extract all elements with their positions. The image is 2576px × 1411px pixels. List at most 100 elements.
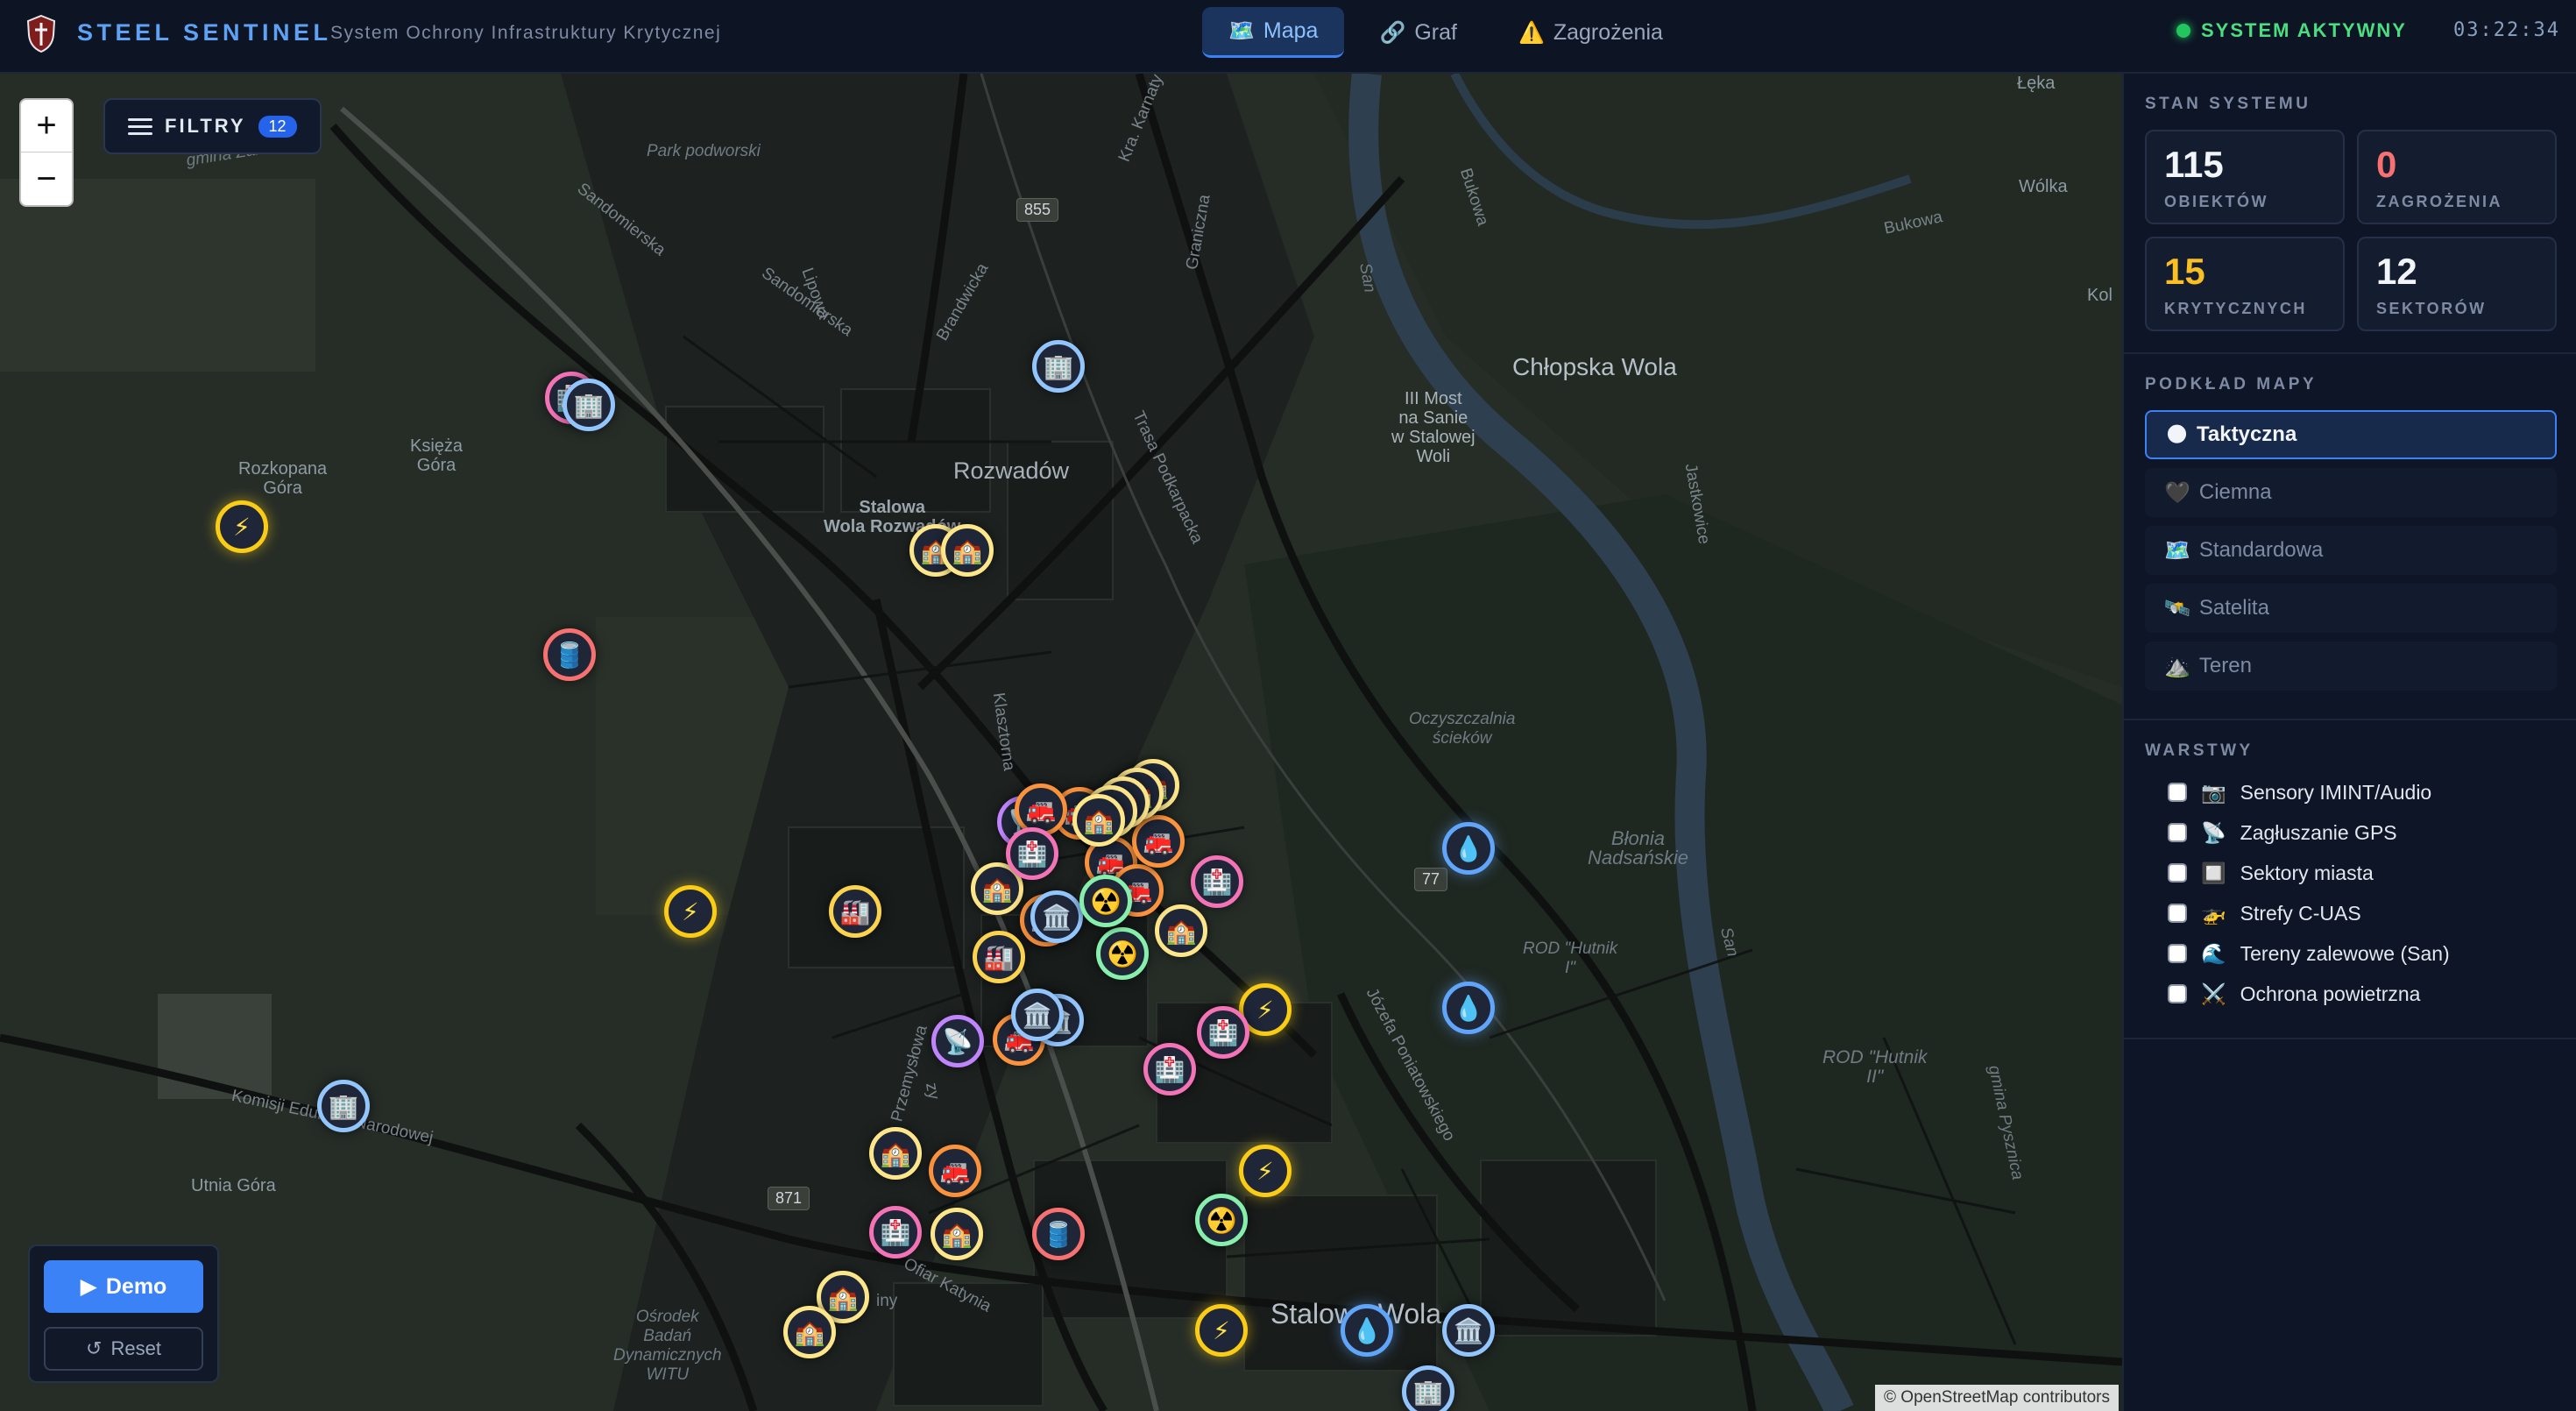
power-icon: ⚡ [682,897,699,925]
moon-icon: 🌑 [2166,422,2189,447]
marker-comm[interactable]: 📡 [931,1015,984,1067]
marker-power[interactable]: ⚡ [1239,1145,1292,1197]
marker-ind[interactable]: 🏭 [973,931,1025,983]
base-layer-standardowa[interactable]: 🗺️ Standardowa [2145,526,2557,575]
zoom-in-button[interactable]: + [21,100,72,152]
marker-elev[interactable]: 🏫 [869,1127,922,1180]
demo-label: Demo [105,1273,167,1299]
elev-icon: 🏫 [827,1283,859,1311]
marker-gov[interactable]: 🏢 [1402,1365,1454,1411]
chem-icon: ☢️ [1206,1206,1237,1234]
marker-power[interactable]: ⚡ [216,500,268,553]
layer-sectors[interactable]: 🔲 Sektory miasta [2168,859,2374,887]
zoom-out-button[interactable]: − [21,152,72,205]
marker-gov[interactable]: 🏢 [317,1080,370,1132]
layer-checkbox[interactable] [2168,944,2187,963]
layer-checkbox[interactable] [2168,984,2187,1003]
status-dot-icon [2176,24,2190,38]
section-title: WARSTWY [2145,741,2254,760]
marker-water[interactable]: 💧 [1442,822,1495,875]
layer-cuas[interactable]: 🚁 Strefy C-UAS [2168,899,2361,927]
marker-gov[interactable]: 🏛️ [1030,890,1083,943]
fire-icon: 🚒 [1143,827,1174,855]
layer-label: Sektory miasta [2240,861,2374,884]
layer-checkbox[interactable] [2168,904,2187,923]
layer-gps-jamming[interactable]: 📡 Zagłuszanie GPS [2168,819,2397,847]
top-bar: STEEL SENTINEL System Ochrony Infrastruk… [0,0,2576,74]
marker-chem[interactable]: ☢️ [1079,875,1132,927]
camera-icon: 📷 [2201,780,2226,804]
map-icon: 🗺️ [2164,538,2190,563]
layer-air-defense[interactable]: ⚔️ Ochrona powietrzna [2168,980,2420,1008]
map-attribution[interactable]: © OpenStreetMap contributors [1875,1385,2119,1411]
marker-gov[interactable]: 🏛️ [1442,1304,1495,1357]
heart-icon: 🖤 [2164,480,2190,505]
stat-value: 12 [2376,251,2417,292]
marker-gov[interactable]: 🏢 [1032,340,1085,393]
med-icon: 🏥 [1016,840,1048,868]
tab-graf[interactable]: 🔗 Graf [1353,7,1483,58]
zoom-control: + − [19,98,74,207]
layer-flood[interactable]: 🌊 Tereny zalewowe (San) [2168,939,2450,968]
med-icon: 🏥 [880,1218,911,1246]
marker-fuel[interactable]: 🛢️ [543,628,596,681]
marker-power[interactable]: ⚡ [664,885,717,938]
marker-ind[interactable]: 🏭 [829,885,881,938]
map-label: Utnia Góra [191,1176,276,1195]
base-layer-label: Ciemna [2198,480,2272,504]
map-label: iny [876,1292,898,1310]
marker-med[interactable]: 🏥 [1197,1006,1249,1059]
clock: 03:22:34 [2453,19,2560,41]
med-icon: 🏥 [1207,1018,1239,1046]
marker-elev[interactable]: 🏫 [783,1306,836,1358]
layer-checkbox[interactable] [2168,823,2187,842]
marker-elev[interactable]: 🏫 [931,1208,983,1260]
marker-power[interactable]: ⚡ [1195,1304,1248,1357]
water-icon: 💧 [1453,994,1484,1022]
base-layer-ciemna[interactable]: 🖤 Ciemna [2145,468,2557,517]
layer-checkbox[interactable] [2168,863,2187,883]
marker-elev[interactable]: 🏫 [1155,904,1207,957]
base-layer-label: Satelita [2198,596,2269,620]
marker-med[interactable]: 🏥 [1006,827,1058,880]
map-label: zy [922,1081,943,1102]
demo-button[interactable]: ▶ Demo [44,1260,203,1313]
gov-icon: 🏢 [328,1092,359,1120]
gov-icon: 🏛️ [1022,1001,1053,1029]
filters-button[interactable]: FILTRY 12 [103,98,322,154]
divider [2124,1038,2576,1039]
map-canvas[interactable]: gmina Zaleszany Park podworski Sandomier… [0,74,2122,1411]
marker-chem[interactable]: ☢️ [1195,1194,1248,1246]
base-layer-satelita[interactable]: 🛰️ Satelita [2145,584,2557,633]
marker-water[interactable]: 💧 [1341,1304,1393,1357]
marker-water[interactable]: 💧 [1442,982,1495,1034]
tab-mapa[interactable]: 🗺️ Mapa [1202,7,1345,58]
layer-checkbox[interactable] [2168,783,2187,802]
marker-gov[interactable]: 🏢 [563,379,615,431]
reset-label: Reset [110,1337,161,1359]
marker-fire[interactable]: 🚒 [929,1145,981,1197]
marker-elev[interactable]: 🏫 [1072,794,1125,847]
layer-sensory[interactable]: 📷 Sensory IMINT/Audio [2168,778,2431,806]
marker-fuel[interactable]: 🛢️ [1032,1208,1085,1260]
base-layer-taktyczna[interactable]: 🌑 Taktyczna [2145,410,2557,459]
marker-gov[interactable]: 🏛️ [1011,989,1064,1041]
power-icon: ⚡ [1256,1157,1274,1185]
marker-med[interactable]: 🏥 [1191,855,1243,908]
map-label: Rozwadów [953,457,1070,484]
base-layer-teren[interactable]: ⛰️ Teren [2145,642,2557,691]
tab-zagrozenia[interactable]: ⚠️ Zagrożenia [1492,7,1689,58]
demo-panel: ▶ Demo ↺ Reset [28,1244,219,1383]
marker-elev[interactable]: 🏫 [941,524,994,577]
stat-value: 0 [2376,144,2397,185]
right-sidebar: STAN SYSTEMU 115 OBIEKTÓW 0 ZAGROŻENIA 1… [2122,74,2576,1411]
marker-med[interactable]: 🏥 [1143,1043,1196,1095]
road-shield: 871 [768,1187,810,1210]
elev-icon: 🏫 [880,1139,911,1167]
marker-med[interactable]: 🏥 [869,1206,922,1259]
marker-chem[interactable]: ☢️ [1096,927,1149,980]
base-layer-label: Taktyczna [2197,422,2297,446]
mountain-icon: ⛰️ [2164,654,2190,678]
reset-button[interactable]: ↺ Reset [44,1327,203,1371]
road-shield: 77 [1414,868,1448,891]
